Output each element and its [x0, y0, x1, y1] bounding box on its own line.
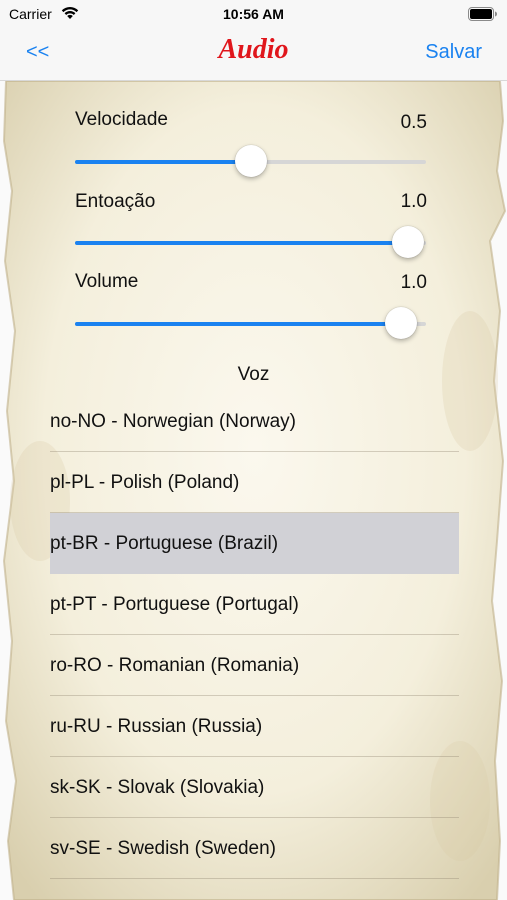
voice-option[interactable]: sv-SE - Swedish (Sweden) — [50, 818, 459, 879]
voice-option-label: ro-RO - Romanian (Romania) — [50, 655, 300, 676]
voice-option-label: sv-SE - Swedish (Sweden) — [50, 838, 276, 859]
intonation-slider[interactable] — [75, 222, 426, 262]
speed-slider[interactable] — [75, 141, 426, 181]
app-screen: Carrier 10:56 AM << Audio Salvar Velocid… — [0, 0, 507, 900]
voice-option[interactable]: pt-BR - Portuguese (Brazil) — [50, 513, 459, 574]
voice-option-label: no-NO - Norwegian (Norway) — [50, 411, 297, 432]
voice-option[interactable]: ro-RO - Romanian (Romania) — [50, 635, 459, 696]
battery-icon — [468, 7, 497, 21]
speed-value: 0.5 — [400, 112, 427, 133]
slider-thumb[interactable] — [385, 307, 418, 339]
speed-label: Velocidade — [75, 109, 168, 130]
voice-option-label: ru-RU - Russian (Russia) — [50, 716, 263, 737]
voice-heading: Voz — [237, 364, 270, 385]
voice-option[interactable]: ru-RU - Russian (Russia) — [50, 696, 459, 757]
intonation-value: 1.0 — [400, 191, 427, 212]
voice-option-label: pl-PL - Polish (Poland) — [50, 472, 240, 493]
volume-label: Volume — [75, 271, 139, 292]
intonation-label: Entoação — [75, 191, 156, 212]
clock-time: 10:56 AM — [223, 6, 284, 22]
volume-slider[interactable] — [75, 303, 426, 343]
slider-fill — [75, 241, 409, 245]
voice-option[interactable]: pl-PL - Polish (Poland) — [50, 452, 459, 513]
slider-fill — [75, 322, 402, 326]
volume-value: 1.0 — [400, 272, 427, 293]
voice-option[interactable]: sk-SK - Slovak (Slovakia) — [50, 757, 459, 818]
status-bar: Carrier 10:56 AM — [0, 0, 507, 28]
navigation-bar: << Audio Salvar — [0, 28, 507, 81]
voice-option[interactable]: pt-PT - Portuguese (Portugal) — [50, 574, 459, 635]
voice-option-label: pt-BR - Portuguese (Brazil) — [50, 533, 279, 554]
save-button[interactable]: Salvar — [425, 41, 482, 64]
settings-panel: Velocidade 0.5 Entoação 1.0 Volume 1.0 V… — [0, 81, 507, 900]
back-button[interactable]: << — [26, 41, 49, 64]
voice-option-label: sk-SK - Slovak (Slovakia) — [50, 777, 265, 798]
voice-option[interactable]: no-NO - Norwegian (Norway) — [50, 391, 459, 452]
row-divider — [50, 878, 459, 879]
slider-thumb[interactable] — [234, 145, 267, 177]
slider-thumb[interactable] — [392, 226, 425, 258]
voice-option-label: pt-PT - Portuguese (Portugal) — [50, 594, 299, 615]
slider-fill — [75, 160, 251, 164]
